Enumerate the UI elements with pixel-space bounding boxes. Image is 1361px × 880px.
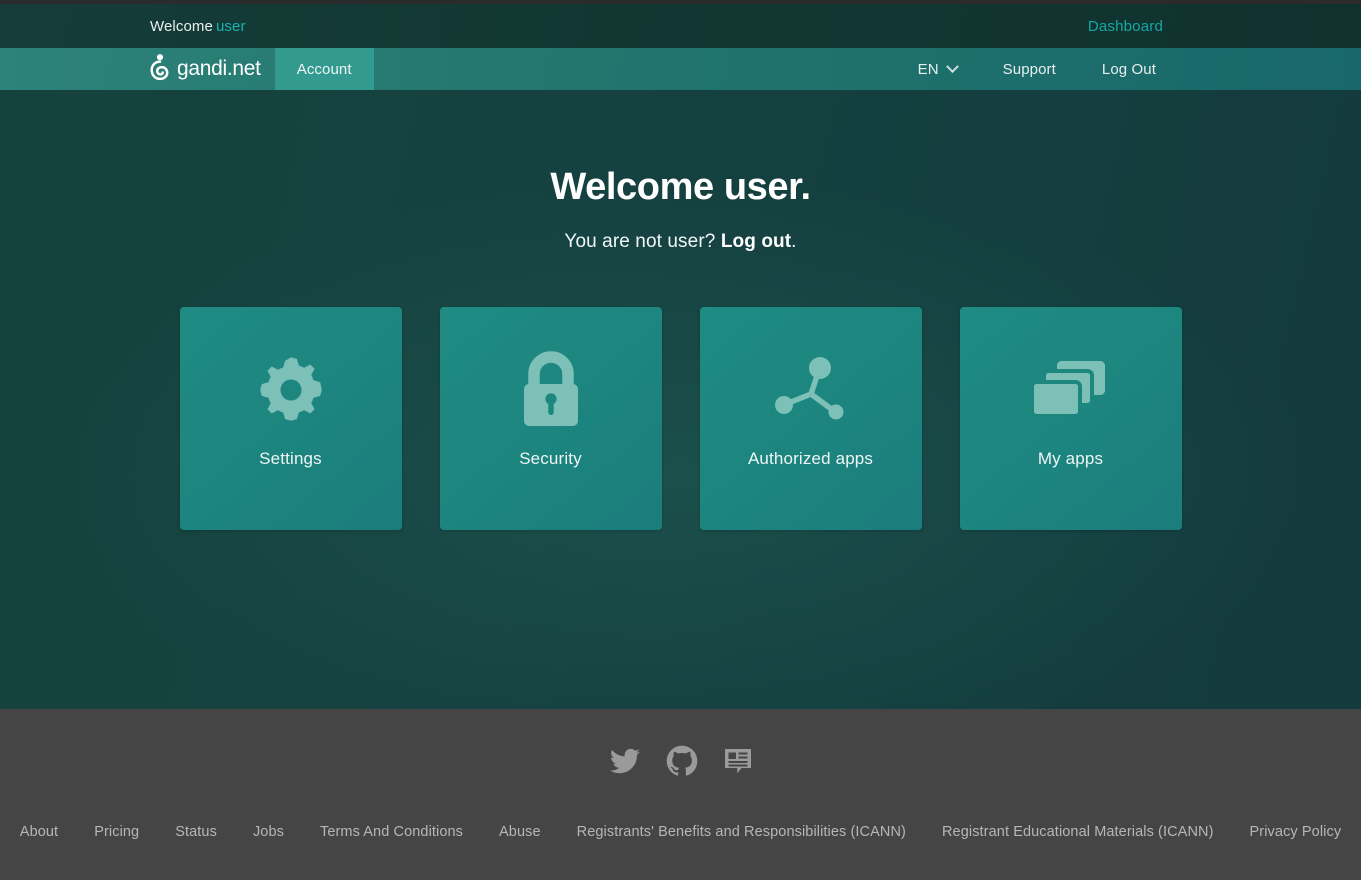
support-link[interactable]: Support [980,48,1079,90]
main-navbar: gandi.net Account EN Support Log Out [0,48,1361,90]
github-icon[interactable] [666,745,698,782]
footer-link-registrant-education[interactable]: Registrant Educational Materials (ICANN) [924,824,1232,840]
footer-link-list: About Pricing Status Jobs Terms And Cond… [0,824,1361,840]
card-my-apps[interactable]: My apps [959,307,1182,530]
not-user-prompt-period: . [791,231,797,252]
gandi-logo-icon [150,53,170,86]
logout-inline-link[interactable]: Log out [721,231,791,252]
language-label: EN [917,60,939,78]
nav-tab-account[interactable]: Account [274,48,374,90]
footer-link-jobs[interactable]: Jobs [235,824,302,840]
stacked-windows-icon [1030,349,1111,431]
network-share-icon [771,349,851,431]
utility-bar: Welcome user Dashboard [0,4,1361,48]
hero-section: Welcome user. You are not user? Log out.… [0,90,1361,709]
card-settings-label: Settings [259,449,322,468]
footer-link-abuse[interactable]: Abuse [481,824,559,840]
card-security[interactable]: Security [439,307,662,530]
chevron-down-icon [945,59,959,73]
footer-link-status[interactable]: Status [157,824,235,840]
card-authorized-apps-label: Authorized apps [747,449,874,468]
shortcut-card-grid: Settings Security Authorized apps My app… [0,307,1361,530]
footer-link-registrants-benefits[interactable]: Registrants' Benefits and Responsibiliti… [559,824,924,840]
gear-icon [252,349,330,431]
footer-link-privacy[interactable]: Privacy Policy [1232,824,1360,840]
footer-link-terms[interactable]: Terms And Conditions [302,824,481,840]
logout-link[interactable]: Log Out [1079,48,1179,90]
navbar-right-group: EN Support Log Out [895,48,1361,90]
not-user-prompt: You are not user? Log out. [0,231,1361,253]
brand-name: gandi.net [177,57,261,80]
card-security-label: Security [519,449,582,468]
card-my-apps-label: My apps [1037,449,1104,468]
footer-link-pricing[interactable]: Pricing [76,824,157,840]
footer-link-about[interactable]: About [2,824,76,840]
page-footer: About Pricing Status Jobs Terms And Cond… [0,709,1361,880]
language-selector[interactable]: EN [895,48,980,90]
lock-icon [515,349,587,431]
card-authorized-apps[interactable]: Authorized apps [699,307,922,530]
card-settings[interactable]: Settings [179,307,402,530]
brand-logo[interactable]: gandi.net [150,48,275,90]
not-user-prompt-text: You are not user? [564,231,716,252]
twitter-icon[interactable] [608,746,642,781]
dashboard-link[interactable]: Dashboard [1088,18,1163,35]
utility-bar-right: Dashboard [0,18,1361,35]
page-title: Welcome user. [550,166,811,208]
social-links [608,745,754,782]
news-icon[interactable] [722,745,754,782]
